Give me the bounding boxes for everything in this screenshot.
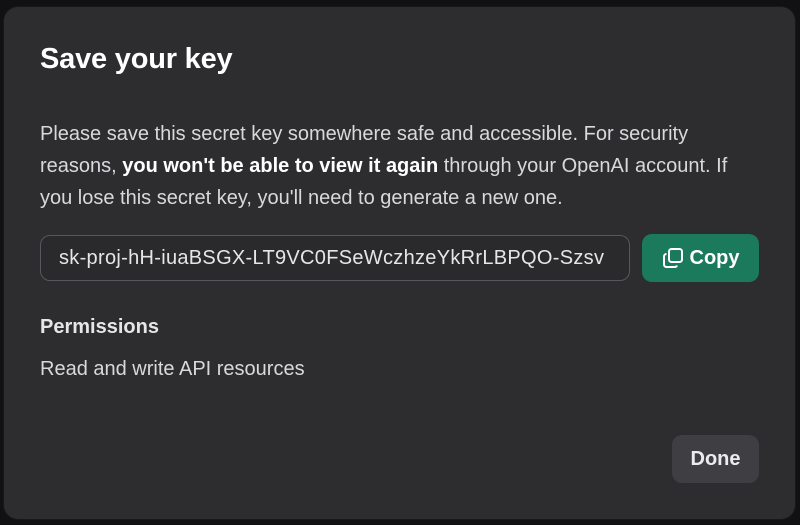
copy-icon	[662, 247, 684, 269]
dialog-description: Please save this secret key somewhere sa…	[40, 118, 740, 214]
permissions-label: Permissions	[40, 316, 159, 338]
copy-button-label: Copy	[689, 246, 740, 269]
description-emphasis: you won't be able to view it again	[122, 155, 439, 177]
secret-key-field[interactable]	[41, 236, 629, 280]
copy-button[interactable]: Copy	[642, 234, 759, 282]
dialog-title: Save your key	[40, 43, 233, 75]
done-button[interactable]: Done	[672, 435, 759, 483]
secret-key-field-container	[40, 235, 630, 281]
permissions-value: Read and write API resources	[40, 358, 305, 380]
save-key-dialog: Save your key Please save this secret ke…	[4, 7, 795, 519]
